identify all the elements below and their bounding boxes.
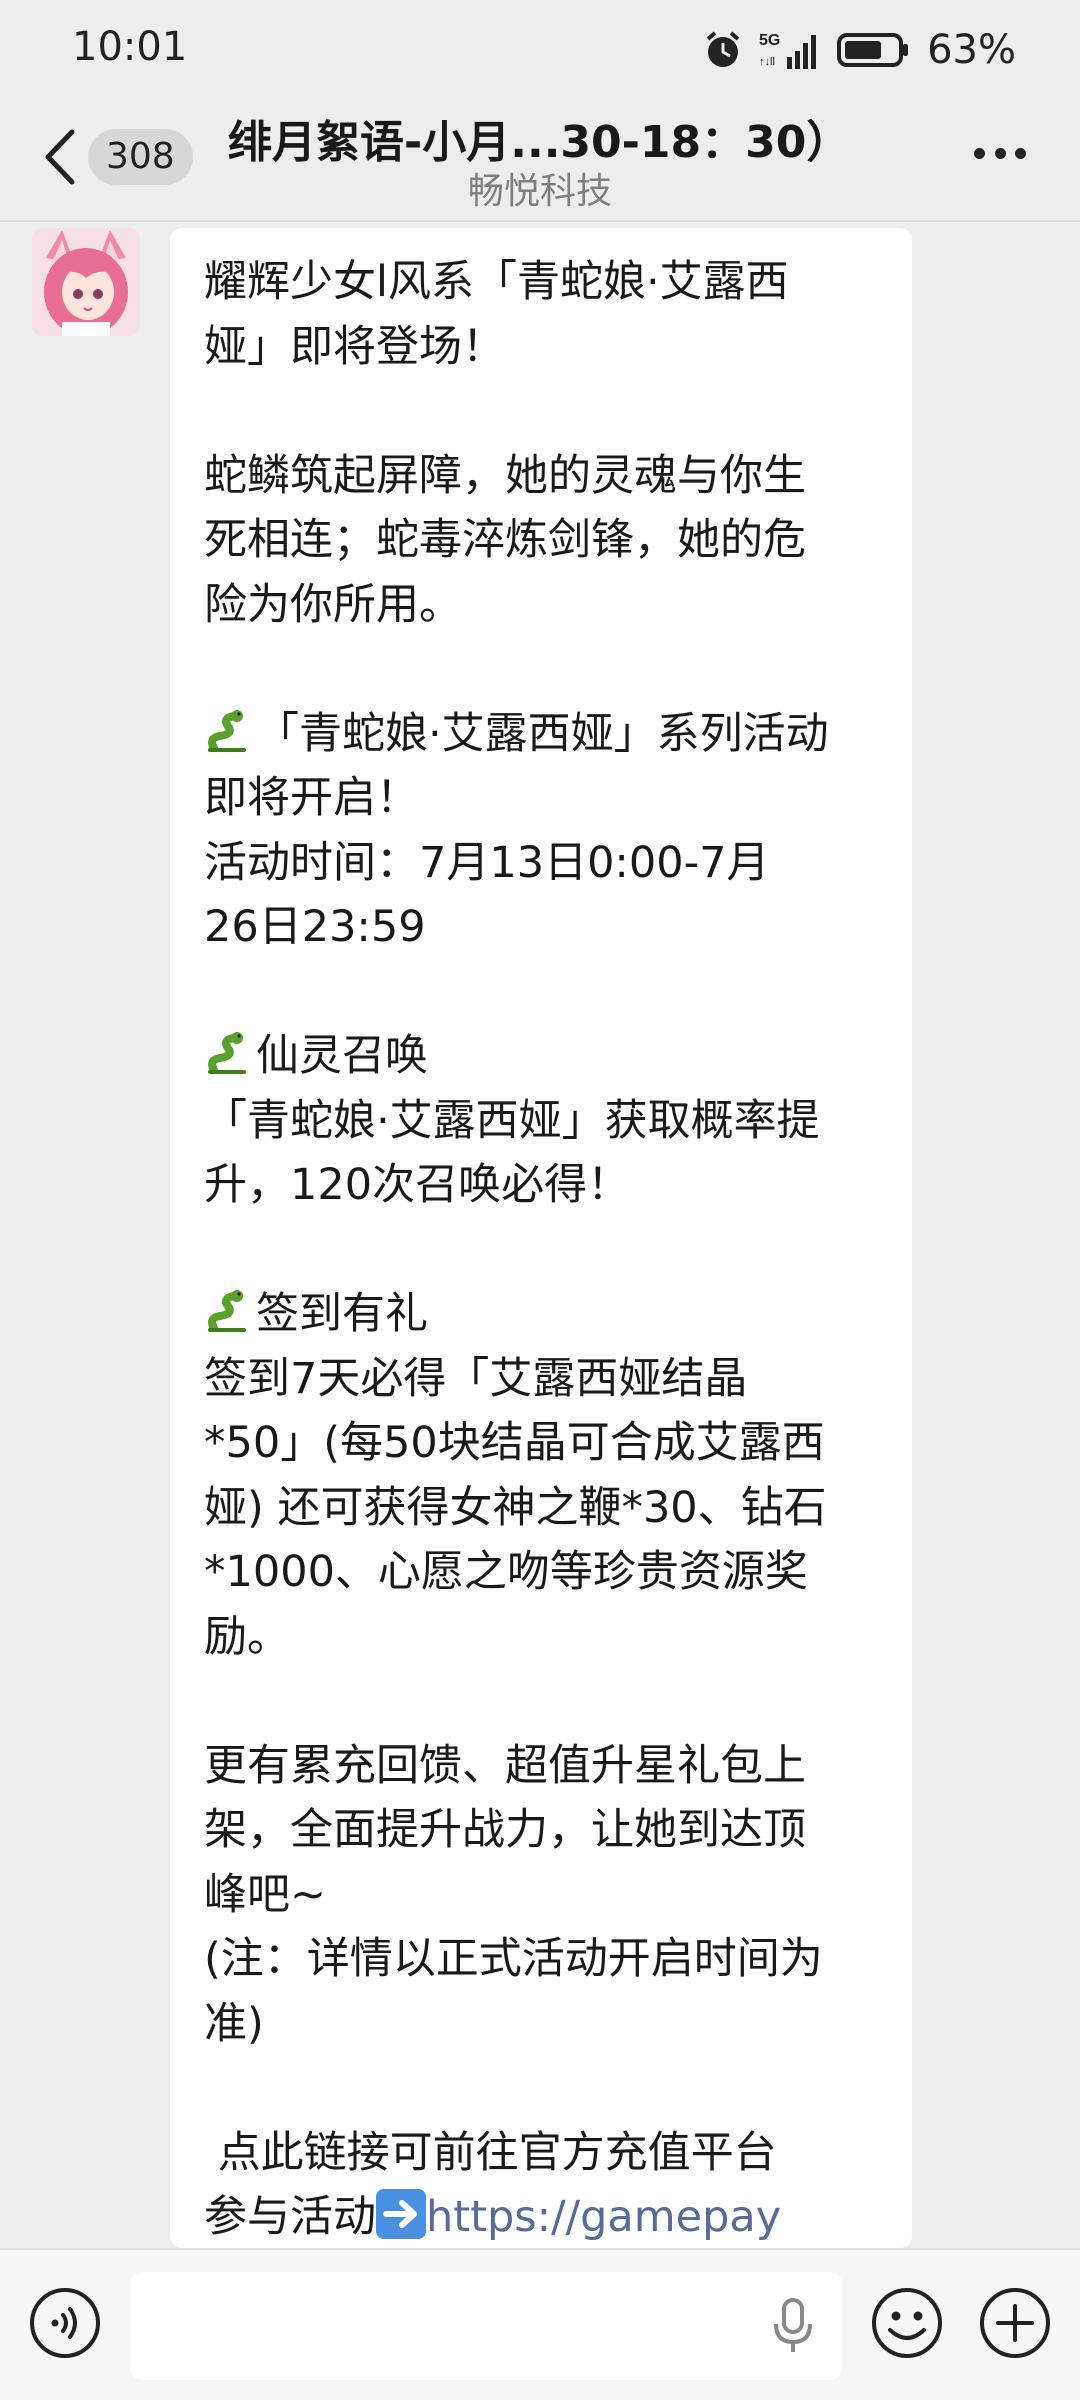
avatar[interactable]	[32, 228, 140, 336]
plus-circle-icon[interactable]	[978, 2286, 1052, 2360]
snake-emoji-icon	[208, 709, 246, 752]
message-line: 险为你所用。	[204, 579, 462, 630]
input-bar	[0, 2248, 1080, 2400]
microphone-icon[interactable]	[770, 2296, 816, 2356]
message-line: *50」(每50块结晶可合成艾露西	[204, 1418, 825, 1468]
more-dots-icon[interactable]	[974, 148, 1026, 164]
message-line: 即将开启！	[204, 773, 419, 823]
message-input[interactable]	[130, 2272, 842, 2380]
message-line: 点此链接可前往官方充值平台	[204, 2127, 777, 2178]
message-line: 娅」即将登场！	[204, 321, 505, 372]
message-line: 参与活动	[204, 2192, 376, 2242]
voice-mode-icon[interactable]	[28, 2286, 102, 2360]
message-line: 「青蛇娘·艾露西娅」获取概率提	[204, 1095, 820, 1146]
alarm-icon	[706, 31, 740, 67]
chat-title: 绯月絮语-小月...30-18：30）	[228, 117, 828, 168]
message-line: *1000、心愿之吻等珍贵资源奖	[204, 1547, 808, 1597]
snake-emoji-icon	[208, 1290, 246, 1332]
status-bar: 10:01 5G ↑↓ll 63%	[0, 0, 1080, 100]
header-divider	[0, 220, 1080, 222]
battery-icon	[837, 33, 909, 67]
smiley-icon[interactable]	[870, 2286, 944, 2360]
svg-text:↑↓ll: ↑↓ll	[759, 56, 775, 68]
message-line: 死相连；蛇毒淬炼剑锋，她的危	[204, 515, 806, 565]
message-text: 耀辉少女l风系「青蛇娘·艾露西 娅」即将登场！ 蛇鳞筑起屏障，她的灵魂与你生 死…	[204, 250, 882, 2248]
message-line: 架，全面提升战力，让她到达顶	[204, 1805, 806, 1855]
snake-emoji-icon	[208, 1032, 246, 1074]
chat-header: 308 绯月絮语-小月...30-18：30） 畅悦科技	[0, 100, 1080, 220]
right-arrow-emoji-icon	[376, 2189, 426, 2239]
signal-5g-icon: 5G ↑↓ll	[759, 32, 817, 69]
payment-link[interactable]: https://gamepay	[426, 2192, 781, 2242]
message-line: 仙灵召唤	[256, 1031, 428, 1081]
message-line: 峰吧~	[204, 1869, 327, 1920]
message-line: 耀辉少女l风系「青蛇娘·艾露西	[204, 257, 789, 307]
svg-text:5G: 5G	[759, 32, 780, 49]
message-line: 升，120次召唤必得！	[204, 1160, 631, 1210]
avatar-image	[32, 228, 140, 336]
status-time: 10:01	[72, 24, 188, 70]
message-line: 蛇鳞筑起屏障，她的灵魂与你生	[204, 450, 806, 501]
message-line: 签到7天必得「艾露西娅结晶	[204, 1353, 748, 1404]
message-bubble[interactable]: 耀辉少女l风系「青蛇娘·艾露西 娅」即将登场！ 蛇鳞筑起屏障，她的灵魂与你生 死…	[170, 228, 912, 2248]
chat-screen: 10:01 5G ↑↓ll 63% 308 绯月絮语-小月...30-18：30…	[0, 0, 1080, 2400]
message-line: 娅) 还可获得女神之鞭*30、钻石	[204, 1482, 827, 1533]
message-line: (注：详情以正式活动开启时间为	[204, 1934, 823, 1984]
message-line: 活动时间：7月13日0:00-7月	[204, 837, 770, 888]
chat-subtitle: 畅悦科技	[467, 171, 612, 212]
message-line: 准)	[204, 1998, 264, 2049]
message-line: 更有累充回馈、超值升星礼包上	[204, 1740, 806, 1791]
message-line: 26日23:59	[204, 902, 426, 952]
message-line: 励。	[204, 1611, 290, 1662]
message-line: 签到有礼	[256, 1289, 428, 1339]
battery-percent: 63%	[927, 27, 1016, 73]
status-icons: 5G ↑↓ll 63%	[703, 24, 1016, 76]
message-line: 「青蛇娘·艾露西娅」系列活动	[256, 708, 829, 759]
